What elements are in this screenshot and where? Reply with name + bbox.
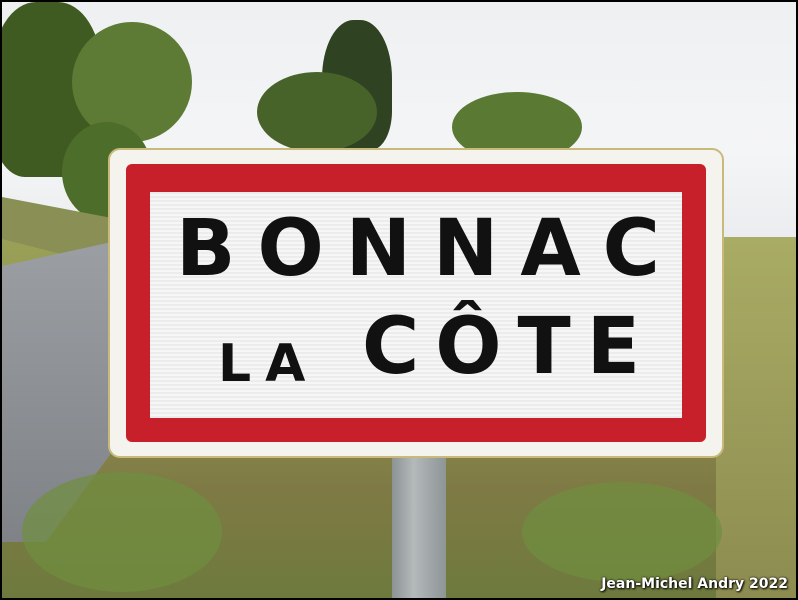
town-sign: BONNAC LA CÔTE — [108, 148, 724, 458]
photographer-watermark: Jean-Michel Andry 2022 — [601, 576, 788, 592]
grass-patch — [22, 472, 222, 592]
sign-post — [392, 452, 446, 598]
sign-line-2-prefix: LA — [218, 334, 320, 394]
sign-line-2-main: CÔTE — [362, 302, 657, 392]
grass-patch — [522, 482, 722, 582]
photo-frame: BONNAC LA CÔTE Jean-Michel Andry 2022 — [2, 2, 796, 598]
grass-field-right — [716, 237, 796, 598]
tree-left-2 — [72, 22, 192, 142]
sign-line-1: BONNAC — [176, 204, 682, 294]
tree-center-2 — [257, 72, 377, 152]
